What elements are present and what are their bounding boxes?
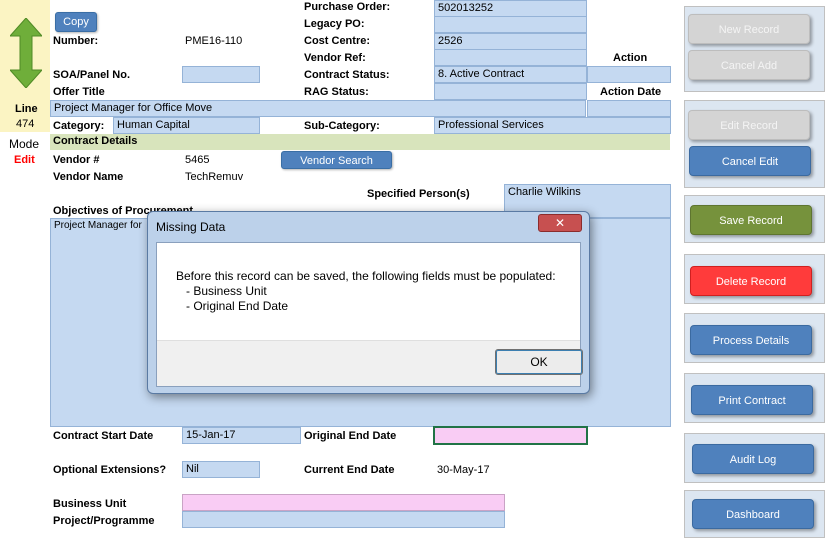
legacy-po-field[interactable]	[434, 16, 587, 33]
audit-log-button[interactable]: Audit Log	[692, 444, 814, 474]
offer-title-field[interactable]: Project Manager for Office Move	[50, 100, 586, 117]
line-label: Line	[15, 103, 38, 115]
dialog-message-line: - Original End Date	[176, 299, 289, 313]
vendor-number-label: Vendor #	[53, 154, 100, 166]
missing-data-dialog: Missing Data ✕ Before this record can be…	[147, 211, 590, 394]
vendor-ref-label: Vendor Ref:	[304, 52, 366, 64]
subcategory-label: Sub-Category:	[304, 120, 380, 132]
contract-status-field[interactable]: 8. Active Contract	[434, 66, 587, 83]
contract-start-field[interactable]: 15-Jan-17	[182, 427, 301, 444]
purchase-order-label: Purchase Order:	[304, 1, 391, 13]
optional-extensions-field[interactable]: Nil	[182, 461, 260, 478]
left-status-column: Line 474 Mode Edit	[0, 0, 50, 538]
copy-button[interactable]: Copy	[55, 12, 97, 32]
dialog-title: Missing Data	[156, 220, 226, 234]
ok-button[interactable]: OK	[495, 349, 583, 375]
dashboard-button[interactable]: Dashboard	[692, 499, 814, 529]
current-end-value: 30-May-17	[437, 464, 490, 476]
contract-details-title: Contract Details	[53, 135, 138, 147]
original-end-field[interactable]	[433, 426, 588, 445]
offer-title-label: Offer Title	[53, 86, 105, 98]
category-label: Category:	[53, 120, 105, 132]
rag-status-field[interactable]	[434, 83, 587, 100]
new-record-button[interactable]: New Record	[688, 14, 810, 44]
action-date-label: Action Date	[600, 86, 662, 98]
current-end-label: Current End Date	[304, 464, 395, 476]
category-field[interactable]: Human Capital	[113, 117, 260, 134]
mode-label: Mode	[9, 137, 40, 151]
rag-status-label: RAG Status:	[304, 86, 369, 98]
cost-centre-field[interactable]: 2526	[434, 33, 587, 50]
optional-extensions-label: Optional Extensions?	[53, 464, 167, 476]
cancel-edit-button[interactable]: Cancel Edit	[689, 146, 811, 176]
print-contract-button[interactable]: Print Contract	[691, 385, 813, 415]
business-unit-label: Business Unit	[53, 498, 127, 510]
vendor-number-value: 5465	[185, 154, 210, 166]
project-programme-field[interactable]	[182, 511, 505, 528]
dialog-message-line: Before this record can be saved, the fol…	[176, 269, 556, 283]
line-number: 474	[16, 118, 35, 130]
dialog-body: Before this record can be saved, the fol…	[156, 242, 583, 387]
number-value: PME16-110	[185, 35, 243, 47]
number-label: Number:	[53, 35, 99, 47]
legacy-po-label: Legacy PO:	[304, 18, 365, 30]
edit-record-button[interactable]: Edit Record	[688, 110, 810, 140]
project-programme-label: Project/Programme	[53, 515, 155, 527]
cancel-add-button[interactable]: Cancel Add	[688, 50, 810, 80]
specified-person-label: Specified Person(s)	[367, 188, 470, 200]
process-details-button[interactable]: Process Details	[690, 325, 812, 355]
vendor-search-button[interactable]: Vendor Search	[281, 151, 392, 169]
business-unit-field[interactable]	[182, 494, 505, 511]
action-date-field[interactable]	[587, 100, 671, 117]
vendor-name-value: TechRemuv	[185, 171, 244, 183]
soa-panel-field[interactable]	[182, 66, 260, 83]
contract-details-header: Contract Details	[50, 134, 670, 150]
subcategory-field[interactable]: Professional Services	[434, 117, 671, 134]
delete-record-button[interactable]: Delete Record	[690, 266, 812, 296]
purchase-order-field[interactable]: 502013252	[434, 0, 587, 17]
original-end-label: Original End Date	[304, 430, 397, 442]
dialog-message: Before this record can be saved, the fol…	[176, 269, 556, 314]
dialog-message-line: - Business Unit	[176, 284, 267, 298]
vendor-ref-field[interactable]	[434, 49, 587, 66]
action-label: Action	[613, 52, 648, 64]
contract-start-label: Contract Start Date	[53, 430, 154, 442]
dialog-footer: OK	[157, 340, 583, 386]
vendor-name-label: Vendor Name	[53, 171, 124, 183]
cost-centre-label: Cost Centre:	[304, 35, 371, 47]
save-record-button[interactable]: Save Record	[690, 205, 812, 235]
mode-value: Edit	[14, 154, 35, 166]
action-field[interactable]	[587, 66, 671, 83]
close-icon[interactable]: ✕	[538, 214, 582, 232]
soa-panel-label: SOA/Panel No.	[53, 69, 131, 81]
up-down-arrow-icon[interactable]	[10, 18, 42, 88]
contract-status-label: Contract Status:	[304, 69, 390, 81]
